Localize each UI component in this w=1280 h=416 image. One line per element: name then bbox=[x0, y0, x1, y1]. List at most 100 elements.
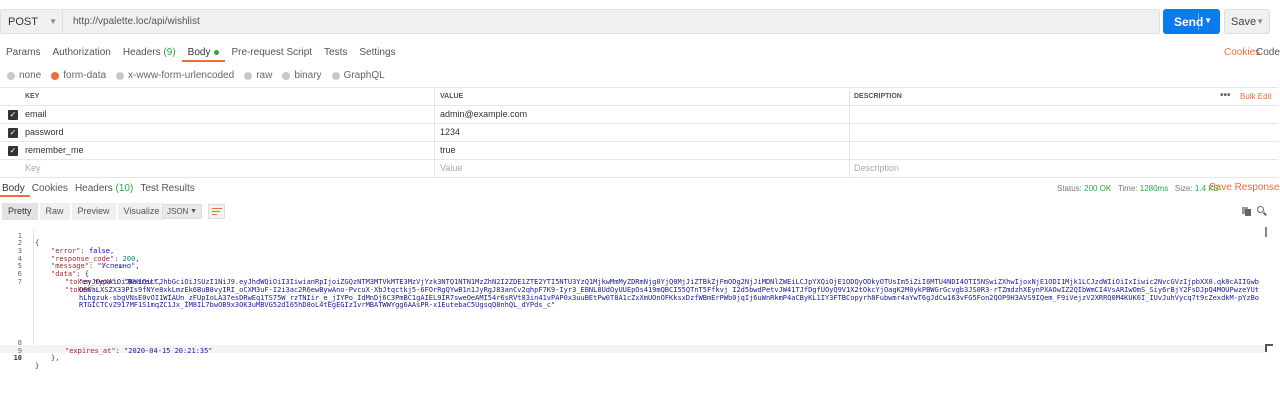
tab-body[interactable]: Body bbox=[181, 42, 226, 62]
key-cell[interactable]: password bbox=[23, 124, 434, 141]
chevron-down-icon[interactable]: ▼ bbox=[1256, 17, 1264, 26]
more-options-icon[interactable]: ••• bbox=[1220, 88, 1231, 103]
chevron-down-icon: ▼ bbox=[190, 208, 197, 215]
code-line: 6 "token_type": "Bearer", bbox=[0, 263, 1266, 285]
column-header-description: DESCRIPTION bbox=[849, 88, 1278, 105]
response-tabs: Body Cookies Headers (10) Test Results bbox=[0, 181, 200, 197]
tab-tests[interactable]: Tests bbox=[318, 42, 353, 62]
tab-test-results[interactable]: Test Results bbox=[138, 181, 199, 197]
format-label: JSON bbox=[167, 207, 189, 216]
resize-handle-icon[interactable] bbox=[1265, 344, 1273, 352]
tab-label: Body bbox=[2, 183, 25, 194]
active-dot-icon bbox=[214, 49, 220, 55]
tab-response-body[interactable]: Body bbox=[0, 181, 30, 197]
tab-label: Pre-request Script bbox=[231, 47, 313, 58]
code-line: 8 "expires_at": "2020-04-15 20:21:35" bbox=[0, 332, 1266, 354]
save-button[interactable]: Save ▼ bbox=[1224, 9, 1270, 34]
response-view-modes: Pretty Raw Preview Visualize bbox=[0, 203, 166, 220]
tab-label: Params bbox=[6, 47, 41, 58]
tab-response-headers[interactable]: Headers (10) bbox=[73, 181, 138, 197]
size-label: Size: bbox=[1174, 184, 1193, 193]
scrollbar-thumb[interactable] bbox=[1265, 227, 1267, 237]
radio-x-www-form-urlencoded[interactable]: x-www-form-urlencoded bbox=[116, 70, 234, 81]
copy-icon[interactable] bbox=[1242, 207, 1251, 216]
radio-circle-icon bbox=[51, 71, 60, 80]
save-label: Save bbox=[1231, 15, 1257, 28]
table-header: KEY VALUE DESCRIPTION ••• Bulk Edit bbox=[0, 88, 1278, 106]
value-cell[interactable]: 1234 bbox=[434, 124, 849, 141]
description-input[interactable]: Description bbox=[849, 160, 1278, 177]
tab-label: Settings bbox=[359, 47, 396, 58]
line-number: 7 bbox=[17, 277, 22, 286]
search-icon[interactable] bbox=[1257, 206, 1267, 216]
radio-binary[interactable]: binary bbox=[282, 70, 322, 81]
radio-label: form-data bbox=[63, 70, 107, 81]
key-cell[interactable]: email bbox=[23, 106, 434, 123]
mode-raw[interactable]: Raw bbox=[39, 203, 70, 220]
radio-label: binary bbox=[294, 70, 322, 81]
cookies-link[interactable]: Cookies bbox=[1224, 47, 1260, 58]
send-button[interactable]: Send ▼ bbox=[1163, 9, 1220, 34]
status-value[interactable]: 200 OK bbox=[1084, 184, 1111, 193]
checkbox-checked-icon[interactable]: ✓ bbox=[8, 128, 18, 138]
method-label: POST bbox=[8, 15, 38, 28]
radio-none[interactable]: none bbox=[7, 70, 41, 81]
description-cell[interactable] bbox=[849, 142, 1278, 159]
code-line: 2 "error": false, bbox=[0, 233, 1266, 255]
chevron-down-icon[interactable]: ▼ bbox=[1204, 16, 1212, 25]
tab-settings[interactable]: Settings bbox=[353, 42, 401, 62]
response-status: Status: 200 OK Time: 1280ms Size: 1.4 KB bbox=[1057, 184, 1219, 193]
time-value[interactable]: 1280ms bbox=[1140, 184, 1168, 193]
value-input[interactable]: Value bbox=[434, 160, 849, 177]
radio-graphql[interactable]: GraphQL bbox=[331, 70, 385, 81]
radio-label: x-www-form-urlencoded bbox=[128, 70, 235, 81]
column-header-value: VALUE bbox=[434, 88, 849, 105]
tab-headers[interactable]: Headers (9) bbox=[117, 42, 182, 62]
radio-form-data[interactable]: form-data bbox=[51, 70, 106, 81]
radio-raw[interactable]: raw bbox=[244, 70, 272, 81]
code-line: 10 } bbox=[0, 348, 1266, 369]
tab-pre-request-script[interactable]: Pre-request Script bbox=[225, 42, 318, 62]
tab-response-cookies[interactable]: Cookies bbox=[30, 181, 73, 197]
time-label: Time: bbox=[1117, 184, 1138, 193]
token-value: "eyJ0eXAiOiJKV1QiLCJhbGciOiJSUzI1NiJ9.ey… bbox=[79, 278, 1260, 310]
table-row: ✓ remember_me true bbox=[0, 142, 1278, 160]
tab-params[interactable]: Params bbox=[0, 42, 46, 62]
url-bar: POST ▼ http://vpalette.loc/api/wishlist bbox=[0, 9, 1160, 34]
mode-visualize[interactable]: Visualize bbox=[117, 203, 166, 220]
tab-authorization[interactable]: Authorization bbox=[46, 42, 116, 62]
format-select[interactable]: JSON ▼ bbox=[162, 204, 202, 219]
code-text: } bbox=[35, 361, 40, 370]
tab-label: Body bbox=[187, 47, 211, 58]
radio-circle-icon bbox=[244, 71, 253, 80]
code-line: 1 { bbox=[0, 225, 1266, 247]
value-cell[interactable]: true bbox=[434, 142, 849, 159]
radio-circle-icon bbox=[7, 71, 15, 80]
value-cell[interactable]: admin@example.com bbox=[434, 106, 849, 123]
wrap-lines-icon[interactable] bbox=[208, 204, 225, 219]
send-divider bbox=[1198, 13, 1199, 30]
table-row: ✓ email admin@example.com bbox=[0, 106, 1278, 124]
body-type-options: none form-data x-www-form-urlencoded raw… bbox=[7, 70, 385, 81]
description-cell[interactable] bbox=[849, 124, 1278, 141]
response-body-code[interactable]: 1 { 2 "error": false, 3 "response_code":… bbox=[0, 225, 1266, 370]
table-row: ✓ password 1234 bbox=[0, 124, 1278, 142]
description-cell[interactable] bbox=[849, 106, 1278, 123]
table-row-new: Key Value Description bbox=[0, 160, 1278, 178]
mode-pretty[interactable]: Pretty bbox=[2, 203, 38, 220]
bulk-edit-link[interactable]: Bulk Edit bbox=[1240, 88, 1272, 105]
code-line: 4 "message": "Успешно", bbox=[0, 248, 1266, 270]
method-select[interactable]: POST ▼ bbox=[1, 10, 63, 33]
column-header-key: KEY bbox=[25, 93, 40, 100]
key-input[interactable]: Key bbox=[23, 160, 434, 177]
mode-preview[interactable]: Preview bbox=[71, 203, 116, 220]
code-link[interactable]: Code bbox=[1256, 47, 1280, 58]
checkbox-checked-icon[interactable]: ✓ bbox=[8, 110, 18, 120]
form-data-table: KEY VALUE DESCRIPTION ••• Bulk Edit ✓ em… bbox=[0, 87, 1278, 178]
url-input[interactable]: http://vpalette.loc/api/wishlist bbox=[73, 10, 200, 33]
radio-circle-icon bbox=[282, 71, 291, 80]
save-response-button[interactable]: Save Response ▼ bbox=[1209, 182, 1280, 193]
radio-circle-icon bbox=[331, 71, 340, 80]
checkbox-checked-icon[interactable]: ✓ bbox=[8, 146, 18, 156]
key-cell[interactable]: remember_me bbox=[23, 142, 434, 159]
